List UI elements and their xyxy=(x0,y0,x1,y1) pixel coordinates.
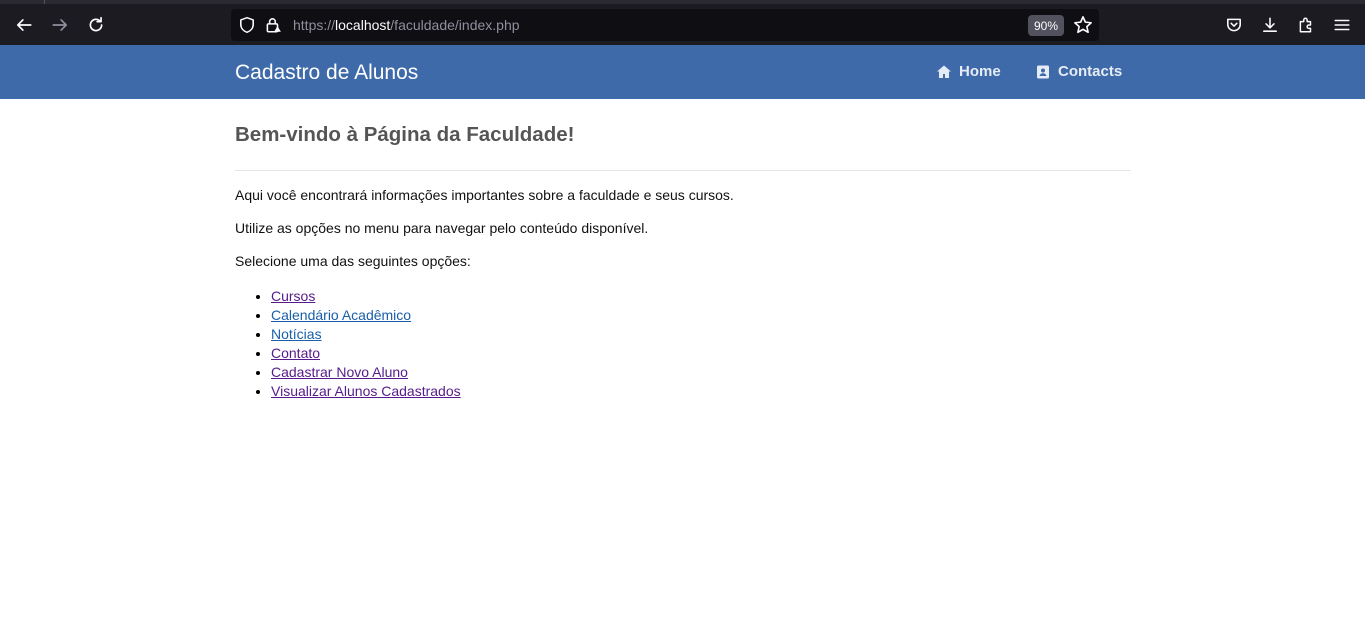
pocket-icon xyxy=(1227,18,1241,32)
address-bar[interactable]: https://localhost/faculdade/index.php 90… xyxy=(231,9,1099,41)
link-contato[interactable]: Contato xyxy=(271,345,320,361)
zoom-badge[interactable]: 90% xyxy=(1028,15,1064,36)
site-navbar: Cadastro de Alunos Home Contacts xyxy=(0,45,1365,99)
options-list: Cursos Calendário Acadêmico Notícias Con… xyxy=(235,287,1131,401)
link-cadastrar-novo-aluno[interactable]: Cadastrar Novo Aluno xyxy=(271,364,408,380)
back-button[interactable] xyxy=(10,11,38,39)
list-item: Visualizar Alunos Cadastrados xyxy=(271,382,1131,401)
link-cursos[interactable]: Cursos xyxy=(271,288,315,304)
extensions-button[interactable] xyxy=(1292,11,1320,39)
back-icon xyxy=(16,19,32,31)
list-item: Cadastrar Novo Aluno xyxy=(271,363,1131,382)
list-item: Notícias xyxy=(271,325,1131,344)
contact-card-icon xyxy=(1037,65,1049,78)
list-item: Cursos xyxy=(271,287,1131,306)
shield-icon[interactable] xyxy=(238,16,256,34)
star-icon[interactable] xyxy=(1073,15,1093,35)
extensions-icon xyxy=(1299,17,1312,33)
options-prompt: Selecione uma das seguintes opções: xyxy=(235,253,471,269)
menu-icon xyxy=(1334,19,1350,31)
browser-toolbar: https://localhost/faculdade/index.php 90… xyxy=(0,0,1365,45)
downloads-button[interactable] xyxy=(1256,11,1284,39)
tab-strip xyxy=(0,0,45,4)
list-item: Contato xyxy=(271,344,1131,363)
page-title: Bem-vindo à Página da Faculdade! xyxy=(235,123,575,146)
url-text[interactable]: https://localhost/faculdade/index.php xyxy=(293,17,520,33)
nav-link-home[interactable]: Home xyxy=(936,63,1001,80)
reload-button[interactable] xyxy=(82,11,110,39)
home-icon xyxy=(937,65,951,78)
nav-link-contacts[interactable]: Contacts xyxy=(1035,63,1122,80)
list-item: Calendário Acadêmico xyxy=(271,306,1131,325)
nav-link-label: Home xyxy=(959,63,1001,80)
divider xyxy=(235,170,1131,171)
forward-icon xyxy=(52,19,68,31)
url-host: localhost xyxy=(335,17,391,33)
link-calendario-academico[interactable]: Calendário Acadêmico xyxy=(271,307,411,323)
app-menu-button[interactable] xyxy=(1328,11,1356,39)
url-path: /faculdade/index.php xyxy=(390,17,520,33)
link-visualizar-alunos[interactable]: Visualizar Alunos Cadastrados xyxy=(271,383,461,399)
link-noticias[interactable]: Notícias xyxy=(271,326,322,342)
download-icon xyxy=(1263,17,1277,32)
pocket-button[interactable] xyxy=(1220,11,1248,39)
nav-link-label: Contacts xyxy=(1058,63,1123,80)
lock-icon[interactable] xyxy=(264,16,282,34)
forward-button[interactable] xyxy=(46,11,74,39)
instruction-paragraph: Utilize as opções no menu para navegar p… xyxy=(235,220,649,236)
main-content: Bem-vindo à Página da Faculdade! Aqui vo… xyxy=(235,99,1131,401)
navbar-brand[interactable]: Cadastro de Alunos xyxy=(235,61,418,85)
url-scheme: https:// xyxy=(293,17,336,33)
reload-icon xyxy=(89,16,103,32)
intro-paragraph: Aqui você encontrará informações importa… xyxy=(235,187,734,203)
